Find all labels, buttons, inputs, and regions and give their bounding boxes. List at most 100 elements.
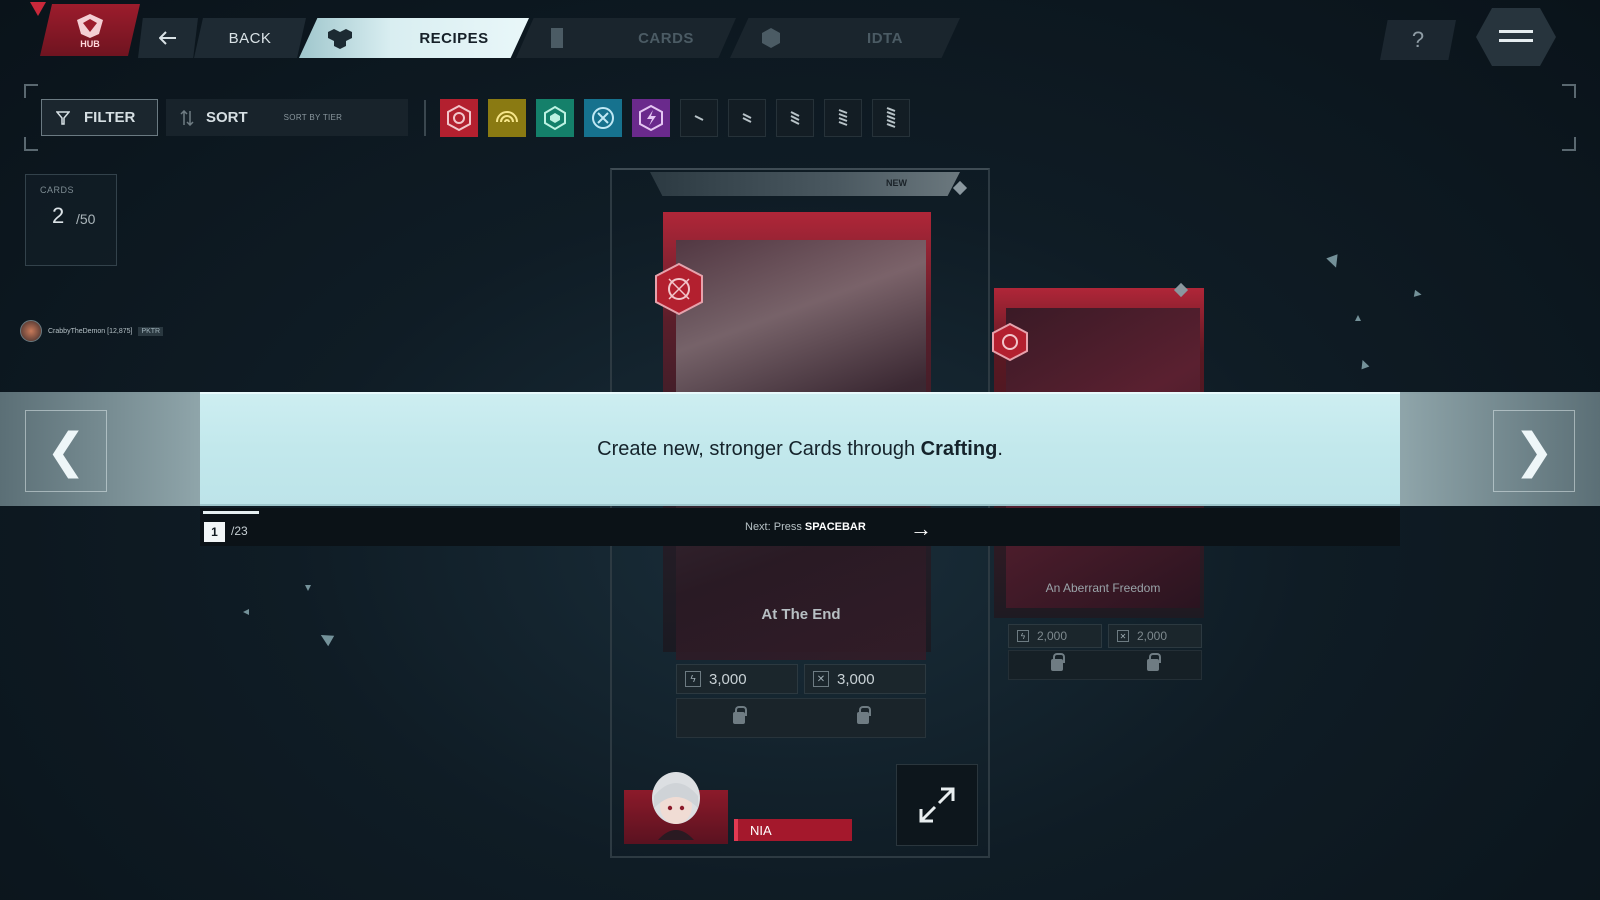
crimson-sigil-icon <box>992 322 1028 362</box>
recipes-icon <box>328 29 352 49</box>
card-title: At The End <box>761 606 841 623</box>
tier-5-icon[interactable] <box>872 99 910 137</box>
cross-icon: ✕ <box>1117 630 1129 642</box>
filter-icon <box>56 110 70 125</box>
sort-value: SORT BY TIER <box>283 113 343 122</box>
lock-icon <box>857 706 871 724</box>
filter-button[interactable]: FILTER <box>41 99 158 136</box>
back-button[interactable]: BACK <box>194 18 306 58</box>
card-title: An Aberrant Freedom <box>1045 581 1161 595</box>
next-hint-key: SPACEBAR <box>804 521 866 533</box>
card-count-label: CARDS <box>40 185 75 195</box>
shard-particle <box>1413 289 1423 299</box>
tab-recipes-label: RECIPES <box>419 29 489 47</box>
arrow-left-icon <box>159 31 176 45</box>
tab-idta[interactable]: IDTA <box>730 18 960 58</box>
card-lock-row <box>676 698 926 738</box>
sort-icon <box>180 109 194 126</box>
tutorial-page-total: /23 <box>231 524 248 538</box>
cost-energy: ϟ 2,000 <box>1008 624 1102 648</box>
green-hex-icon[interactable] <box>536 99 574 137</box>
menu-button[interactable] <box>1476 8 1556 66</box>
shard-particle <box>1326 254 1342 270</box>
frame-corner <box>24 84 38 98</box>
prev-tip-button[interactable]: ❮ <box>25 410 107 492</box>
tier-2-icon[interactable] <box>728 99 766 137</box>
cost-energy-value: 3,000 <box>709 670 747 688</box>
cost-material: ✕ 2,000 <box>1108 624 1202 648</box>
sort-dropdown[interactable]: SORT SORT BY TIER <box>166 99 408 136</box>
character-portrait <box>652 772 700 840</box>
bolt-icon: ϟ <box>1017 630 1029 642</box>
help-button[interactable]: ? <box>1380 20 1456 60</box>
hub-label: HUB <box>80 38 100 49</box>
blue-cross-icon[interactable] <box>584 99 622 137</box>
bolt-icon: ϟ <box>685 671 701 687</box>
user-tag: CrabbyTheDemon [12,875] PKTR <box>20 320 164 342</box>
tier-1-icon[interactable] <box>680 99 718 137</box>
cost-material-value: 2,000 <box>1137 629 1168 643</box>
crimson-sigil-icon <box>655 262 703 316</box>
divider <box>424 100 426 136</box>
sort-label: SORT <box>206 109 248 126</box>
tutorial-banner: Create new, stronger Cards through Craft… <box>200 392 1400 506</box>
card-count-max: /50 <box>76 211 96 227</box>
lock-icon <box>1147 653 1161 671</box>
tutorial-text-keyword: Crafting <box>920 437 998 460</box>
tab-idta-label: IDTA <box>867 29 903 47</box>
cross-icon: ✕ <box>813 671 829 687</box>
hub-flag <box>30 2 46 16</box>
card-count-value: 2 <box>52 203 65 228</box>
tab-cards-label: CARDS <box>638 29 694 47</box>
cost-material: ✕ 3,000 <box>804 664 926 694</box>
cost-material-value: 3,000 <box>837 670 875 688</box>
shard-particle <box>1355 315 1361 321</box>
tier-4-icon[interactable] <box>824 99 862 137</box>
cost-energy-value: 2,000 <box>1037 629 1068 643</box>
lock-icon <box>733 706 747 724</box>
tab-cards[interactable]: CARDS <box>516 18 736 58</box>
purple-bolt-icon[interactable] <box>632 99 670 137</box>
tutorial-progress-bar <box>203 511 259 514</box>
next-hint-prefix: Next: Press <box>745 521 805 533</box>
filter-label: FILTER <box>84 109 136 126</box>
hamburger-icon <box>1499 30 1533 42</box>
expand-button[interactable] <box>896 764 978 846</box>
cards-icon <box>551 28 563 48</box>
card-cost-row: ϟ 3,000 ✕ 3,000 <box>676 664 926 694</box>
crimson-sigil-icon[interactable] <box>440 99 478 137</box>
tier-3-icon[interactable] <box>776 99 814 137</box>
tutorial-text: Create new, stronger Cards through Craft… <box>597 438 1003 461</box>
cost-energy: ϟ 3,000 <box>676 664 798 694</box>
shard-particle <box>305 585 311 591</box>
expand-icon <box>919 787 955 823</box>
frame-corner <box>1562 137 1576 151</box>
card-count-panel: CARDS 2 /50 <box>25 174 117 266</box>
arrow-right-icon[interactable]: → <box>910 516 932 542</box>
next-tip-button[interactable]: ❯ <box>1493 410 1575 492</box>
new-badge: NEW <box>886 178 907 188</box>
tutorial-text-part: . <box>997 437 1003 460</box>
shard-particle <box>243 609 249 615</box>
character-name: NIA <box>734 819 852 841</box>
frame-corner <box>24 137 38 151</box>
tutorial-page-number: 1 <box>204 522 225 542</box>
avatar <box>20 320 42 342</box>
tutorial-text-part: Create new, stronger Cards through <box>597 437 921 460</box>
tab-recipes[interactable]: RECIPES <box>299 18 529 58</box>
hub-button[interactable]: HUB <box>40 4 140 56</box>
card-frame-header <box>650 172 960 196</box>
idta-icon <box>762 28 780 48</box>
back-arrow-button[interactable] <box>138 18 198 58</box>
shard-particle <box>1358 358 1370 370</box>
shard-particle <box>317 629 335 647</box>
card-cost-row: ϟ 2,000 ✕ 2,000 <box>1008 624 1202 648</box>
user-badge: PKTR <box>138 326 164 336</box>
lock-icon <box>1051 653 1065 671</box>
yellow-wave-icon[interactable] <box>488 99 526 137</box>
next-hint: Next: Press SPACEBAR <box>745 521 866 533</box>
hub-logo-icon <box>77 13 103 38</box>
filter-icon-row <box>440 99 910 137</box>
frame-corner <box>1562 84 1576 98</box>
card-lock-row <box>1008 650 1202 680</box>
